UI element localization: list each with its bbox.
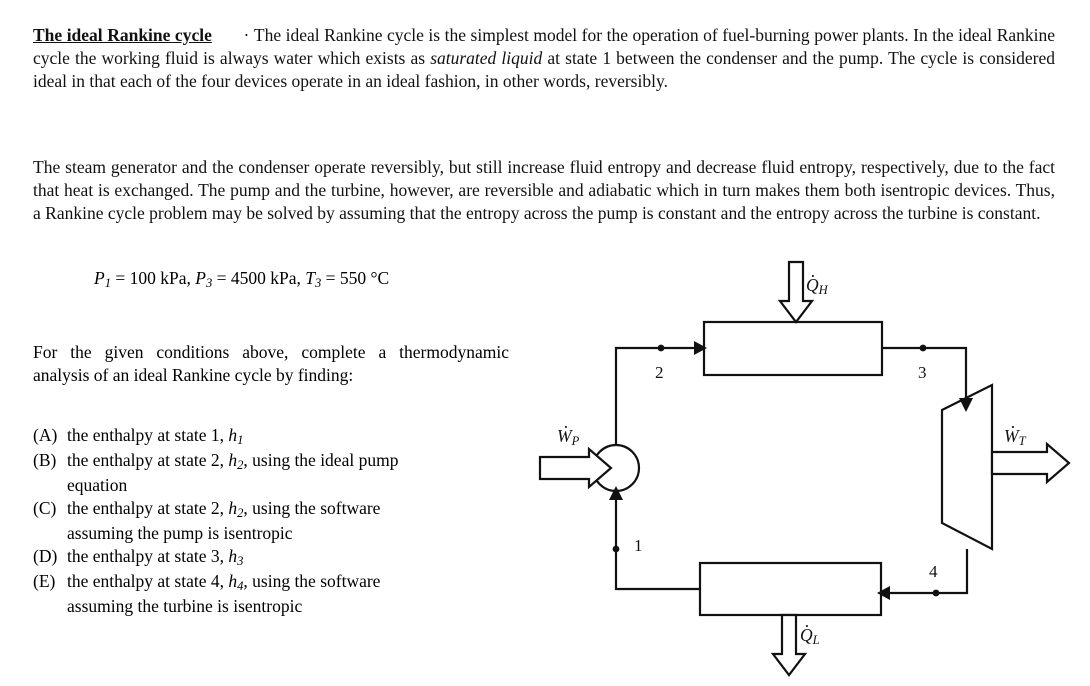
turbine-work-label: · WT: [1004, 417, 1026, 449]
flow-arrowhead-state-3: [959, 398, 973, 412]
list-item: (A) the enthalpy at state 1, h1: [33, 424, 525, 449]
list-text-before: the enthalpy at state 1,: [67, 425, 229, 445]
enthalpy-symbol: h: [228, 571, 238, 592]
pump-work-label: · WP: [557, 417, 580, 449]
list-text-before: the enthalpy at state 2,: [67, 449, 229, 470]
wp-dot-accent: ·: [563, 417, 569, 437]
list-text-before: the enthalpy at state 3,: [67, 546, 229, 567]
list-marker: (E): [33, 571, 56, 592]
steam-generator-box: [702, 320, 884, 377]
list-text: the enthalpy at state 1, h1: [67, 424, 525, 449]
flow-arrowhead-state-1: [609, 486, 623, 500]
heat-in-label: · QH: [806, 266, 828, 298]
pressure-1-value: = 100 kPa,: [115, 268, 191, 288]
state-label-1: 1: [634, 536, 643, 555]
temperature-3-value: = 550 °C: [325, 268, 390, 288]
enthalpy-symbol: h: [228, 449, 238, 470]
pressure-1-subscript: 1: [104, 276, 111, 291]
list-marker: (A): [33, 425, 58, 445]
list-text-continuation: equation: [67, 474, 128, 495]
wt-dot-accent: ·: [1010, 417, 1016, 437]
page-title: The ideal Rankine cycle: [33, 24, 212, 45]
list-text-continuation: assuming the turbine is isentropic: [67, 595, 303, 616]
task-paragraph: For the given conditions above, complete…: [33, 341, 509, 386]
list-text-after: , using the ideal pump: [243, 449, 399, 470]
list-item: (D) the enthalpy at state 3, h3: [33, 545, 525, 570]
list-text: the enthalpy at state 3, h3: [67, 545, 525, 570]
state-label-4: 4: [929, 562, 938, 581]
title-spacer: ·: [211, 24, 254, 45]
list-text-before: the enthalpy at state 2,: [67, 498, 229, 519]
list-text-continuation: assuming the pump is isentropic: [67, 522, 293, 543]
flow-arrowhead-state-2: [694, 341, 707, 355]
state-dot-4: [932, 589, 940, 597]
pressure-3-subscript: 3: [205, 276, 213, 291]
list-text: the enthalpy at state 2, h2, using the i…: [67, 449, 525, 497]
qh-dot-accent: ·: [810, 266, 816, 286]
temperature-3-symbol: T: [305, 268, 315, 288]
pump-work-arrow: [538, 446, 613, 490]
heat-out-label: · QL: [800, 616, 820, 648]
answer-list: (A) the enthalpy at state 1, h1 (B) the …: [33, 424, 525, 618]
list-item: (E) the enthalpy at state 4, h4, using t…: [33, 570, 525, 618]
second-paragraph: The steam generator and the condenser op…: [33, 156, 1055, 224]
turbine-work-arrow: [990, 441, 1071, 485]
list-item: (B) the enthalpy at state 2, h2, using t…: [33, 449, 525, 497]
enthalpy-symbol: h: [228, 425, 238, 445]
ql-subscript: L: [812, 633, 820, 648]
list-text: the enthalpy at state 4, h4, using the s…: [67, 570, 525, 618]
state-label-2: 2: [655, 363, 664, 382]
enthalpy-symbol: h: [228, 546, 238, 567]
intro-paragraph: The ideal Rankine cycle · The ideal Rank…: [33, 24, 1055, 94]
turbine-shape: [940, 383, 994, 551]
enthalpy-subscript: 1: [237, 433, 244, 448]
pressure-3-value: = 4500 kPa,: [216, 268, 301, 288]
temperature-3-subscript: 3: [314, 276, 322, 291]
list-item: (C) the enthalpy at state 2, h2, using t…: [33, 497, 525, 545]
condenser-box: [698, 561, 883, 617]
page-canvas: The ideal Rankine cycle · The ideal Rank…: [0, 0, 1090, 686]
state-dot-3: [919, 344, 927, 352]
pressure-3-symbol: P: [195, 268, 206, 288]
list-text-after: , using the software: [243, 498, 381, 519]
state-label-3: 3: [918, 363, 927, 382]
wt-subscript: T: [1018, 434, 1026, 449]
flow-arrowhead-state-4: [877, 586, 890, 600]
ql-dot-accent: ·: [804, 616, 810, 636]
pump-circle: [591, 443, 641, 493]
qh-subscript: H: [818, 283, 828, 298]
list-marker: (D): [33, 546, 58, 567]
list-text-before: the enthalpy at state 4,: [67, 571, 229, 592]
given-conditions: P1 = 100 kPa, P3 = 4500 kPa, T3 = 550 °C: [94, 268, 389, 291]
state-dot-1: [612, 545, 620, 553]
state-dot-2: [657, 344, 665, 352]
enthalpy-symbol: h: [228, 498, 238, 519]
intro-text-italic: saturated liquid: [430, 47, 543, 68]
pipe-condenser-to-pump: [614, 500, 700, 591]
list-marker: (B): [33, 449, 57, 470]
list-marker: (C): [33, 498, 57, 519]
enthalpy-subscript: 3: [237, 554, 244, 569]
list-text-after: , using the software: [243, 571, 381, 592]
list-text: the enthalpy at state 2, h2, using the s…: [67, 497, 525, 545]
wp-subscript: P: [571, 434, 580, 449]
pressure-1-symbol: P: [94, 268, 105, 288]
